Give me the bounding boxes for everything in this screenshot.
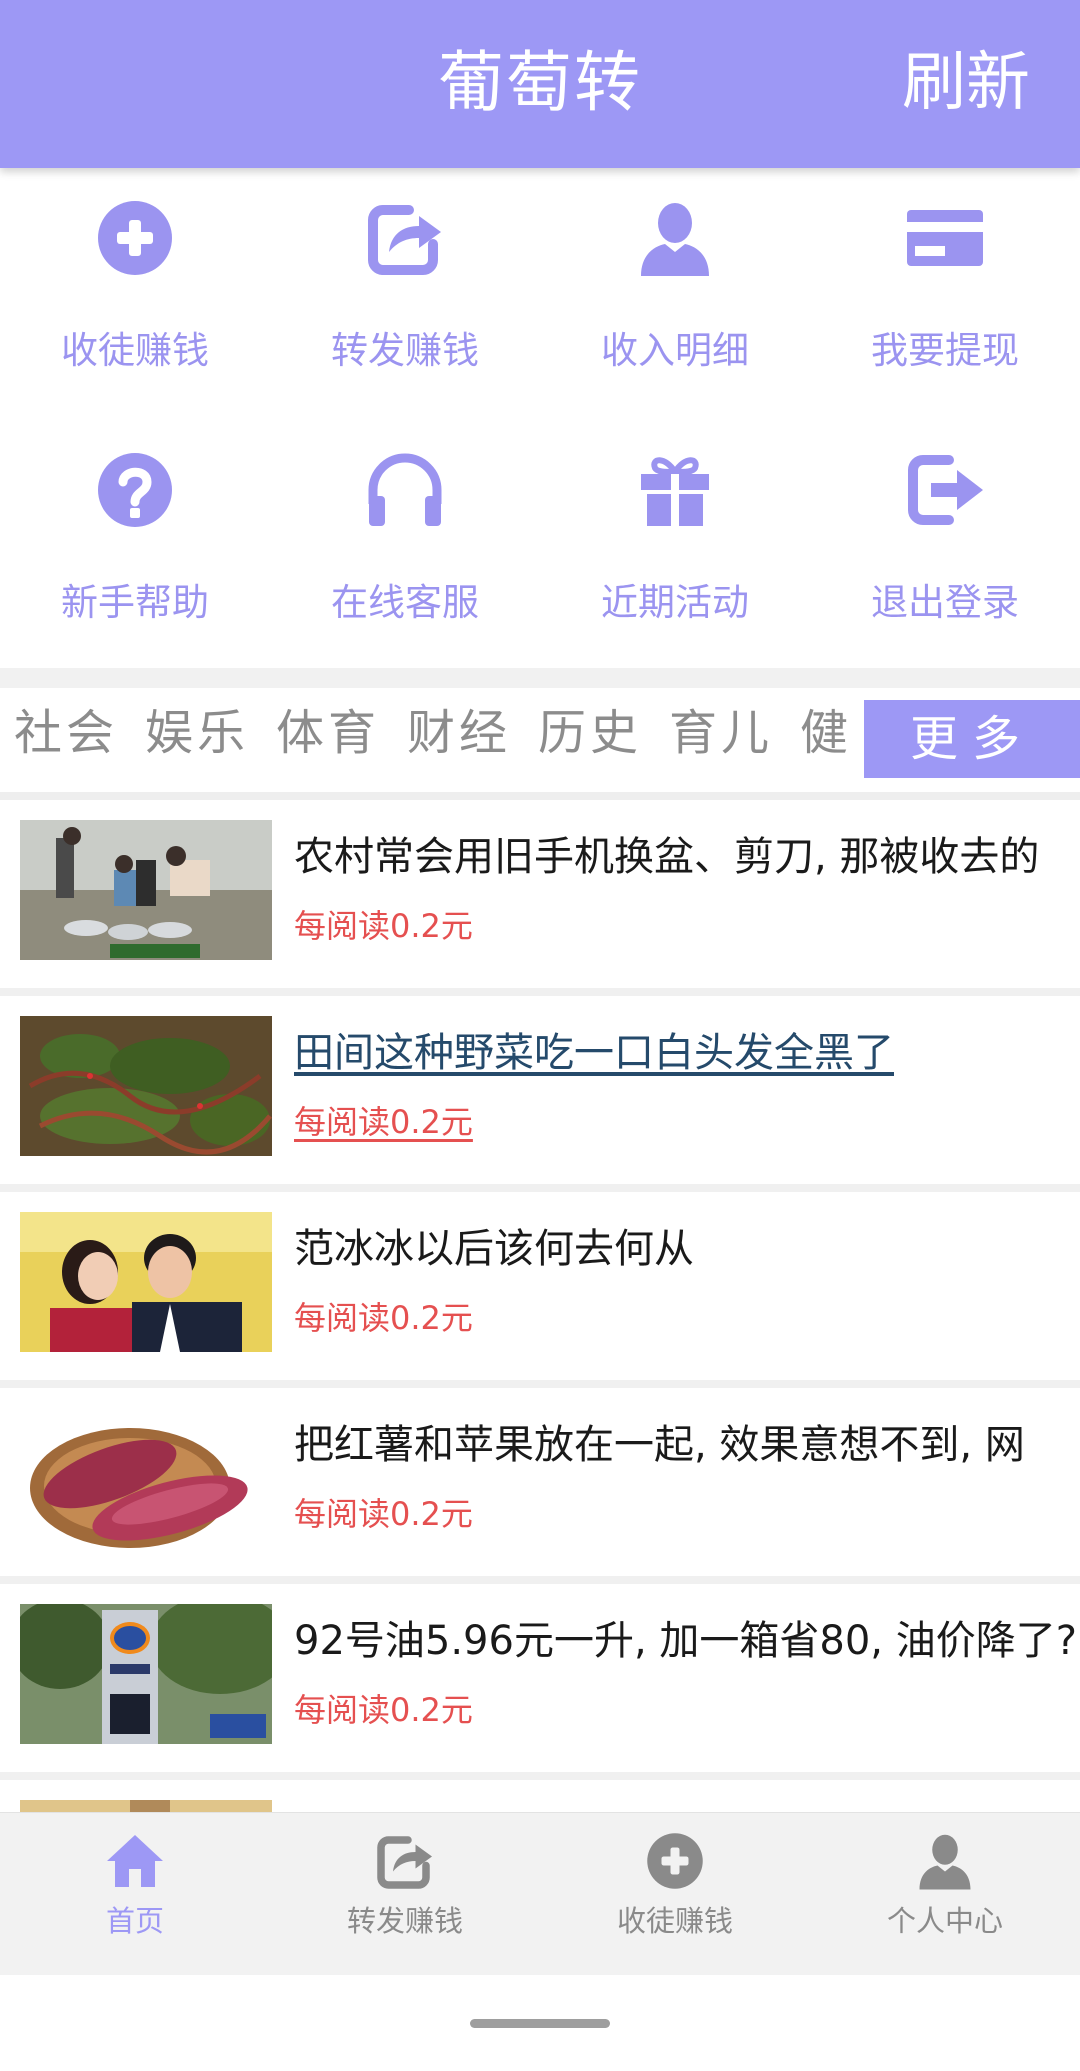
article-title: 92号油5.96元一升, 加一箱省80, 油价降了? <box>294 1618 1077 1664</box>
share-icon <box>368 205 441 275</box>
nav-label: 个人中心 <box>886 1904 1003 1938</box>
section-divider <box>0 792 1080 800</box>
article-title: 田间这种野菜吃一口白头发全黑了 <box>294 1030 894 1076</box>
grid-item-share[interactable]: 转发赚钱 <box>270 168 540 408</box>
plus-circle-icon <box>647 1833 703 1889</box>
home-icon <box>107 1835 163 1887</box>
grid-item-recruit[interactable]: 收徒赚钱 <box>0 168 270 408</box>
category-tab[interactable]: 育儿 <box>669 698 773 768</box>
article-title: 农村常会用旧手机换盆、剪刀, 那被收去的 <box>294 834 1040 880</box>
article-list: 农村常会用旧手机换盆、剪刀, 那被收去的 每阅读0.2元 田间这种野菜吃一口白头… <box>0 800 1080 1812</box>
article-reward: 每阅读0.2元 <box>294 1103 473 1141</box>
article-title: 把红薯和苹果放在一起, 效果意想不到, 网 <box>294 1422 1025 1468</box>
system-gesture-area <box>0 1974 1080 2071</box>
section-divider <box>0 668 1080 688</box>
plus-circle-icon <box>98 201 172 275</box>
article-reward: 每阅读0.2元 <box>294 1299 473 1337</box>
nav-share[interactable]: 转发赚钱 <box>270 1813 540 1975</box>
app-header: 葡萄转 刷新 <box>0 0 1080 168</box>
article-reward: 每阅读0.2元 <box>294 1495 473 1533</box>
category-tabs: 社会 娱乐 体育 财经 历史 育儿 健 更多 <box>0 688 1080 792</box>
share-icon <box>377 1836 432 1889</box>
user-icon <box>641 203 709 276</box>
list-divider <box>0 988 1080 996</box>
wild-vegetable-image <box>20 1016 272 1156</box>
article-item[interactable]: 把红薯和苹果放在一起, 效果意想不到, 网 每阅读0.2元 <box>0 1388 1080 1576</box>
grid-item-income[interactable]: 收入明细 <box>540 168 810 408</box>
article-item[interactable]: 范冰冰以后该何去何从 每阅读0.2元 <box>0 1192 1080 1380</box>
home-gesture-bar[interactable] <box>470 2019 610 2028</box>
card-icon <box>907 210 983 266</box>
article-item[interactable]: 田间这种野菜吃一口白头发全黑了 每阅读0.2元 <box>0 996 1080 1184</box>
grid-item-logout[interactable]: 退出登录 <box>810 420 1080 660</box>
nav-label: 转发赚钱 <box>346 1904 463 1938</box>
list-divider <box>0 1772 1080 1780</box>
grid-item-label: 在线客服 <box>331 581 479 624</box>
article-item[interactable]: 92号油5.96元一升, 加一箱省80, 油价降了? 每阅读0.2元 <box>0 1584 1080 1772</box>
grid-item-label: 收入明细 <box>601 329 749 372</box>
help-circle-icon <box>98 453 172 527</box>
article-reward: 每阅读0.2元 <box>294 1691 473 1729</box>
list-divider <box>0 1380 1080 1388</box>
nav-recruit[interactable]: 收徒赚钱 <box>540 1813 810 1975</box>
grid-item-label: 我要提现 <box>871 329 1019 372</box>
nav-label: 收徒赚钱 <box>616 1904 733 1938</box>
feature-grid: 收徒赚钱 转发赚钱 收入明细 我要提现 新手帮助 在线客服 近期活动 退出登录 <box>0 168 1080 668</box>
category-tab[interactable]: 历史 <box>538 698 642 768</box>
grid-item-withdraw[interactable]: 我要提现 <box>810 168 1080 408</box>
user-icon <box>919 1834 971 1890</box>
more-categories-button[interactable]: 更多 <box>864 700 1080 778</box>
gas-station-sign-image <box>20 1604 272 1744</box>
gift-icon <box>641 457 709 526</box>
refresh-button[interactable]: 刷新 <box>902 38 1030 128</box>
headphones-icon <box>368 453 442 526</box>
grid-item-label: 近期活动 <box>601 581 749 624</box>
grid-item-label: 转发赚钱 <box>331 329 479 372</box>
article-thumbnail-partial <box>20 1800 272 1812</box>
list-divider <box>0 1576 1080 1584</box>
grid-item-help[interactable]: 新手帮助 <box>0 420 270 660</box>
article-reward: 每阅读0.2元 <box>294 907 473 945</box>
nav-label: 首页 <box>105 1904 164 1938</box>
couple-photo-image <box>20 1212 272 1352</box>
grid-item-label: 新手帮助 <box>61 581 209 624</box>
logout-icon <box>908 455 983 525</box>
article-item-partial[interactable] <box>0 1780 1080 1812</box>
category-tab[interactable]: 财经 <box>407 698 511 768</box>
nav-profile[interactable]: 个人中心 <box>810 1813 1080 1975</box>
category-tab[interactable]: 体育 <box>276 698 380 768</box>
article-title: 范冰冰以后该何去何从 <box>294 1226 694 1272</box>
bottom-navigation: 首页 转发赚钱 收徒赚钱 个人中心 <box>0 1812 1080 1975</box>
grid-item-label: 退出登录 <box>871 581 1019 624</box>
category-tab[interactable]: 社会 <box>14 698 118 768</box>
category-tab-list: 社会 娱乐 体育 财经 历史 育儿 健 <box>14 688 864 792</box>
category-tab[interactable]: 健 <box>800 698 852 768</box>
category-tab[interactable]: 娱乐 <box>145 698 249 768</box>
article-item[interactable]: 农村常会用旧手机换盆、剪刀, 那被收去的 每阅读0.2元 <box>0 800 1080 988</box>
sweet-potato-image <box>20 1408 272 1548</box>
nav-home[interactable]: 首页 <box>0 1813 270 1975</box>
list-divider <box>0 1184 1080 1192</box>
grid-item-service[interactable]: 在线客服 <box>270 420 540 660</box>
grid-item-label: 收徒赚钱 <box>61 329 209 372</box>
grid-item-activity[interactable]: 近期活动 <box>540 420 810 660</box>
people-trading-basins-image <box>20 820 272 960</box>
